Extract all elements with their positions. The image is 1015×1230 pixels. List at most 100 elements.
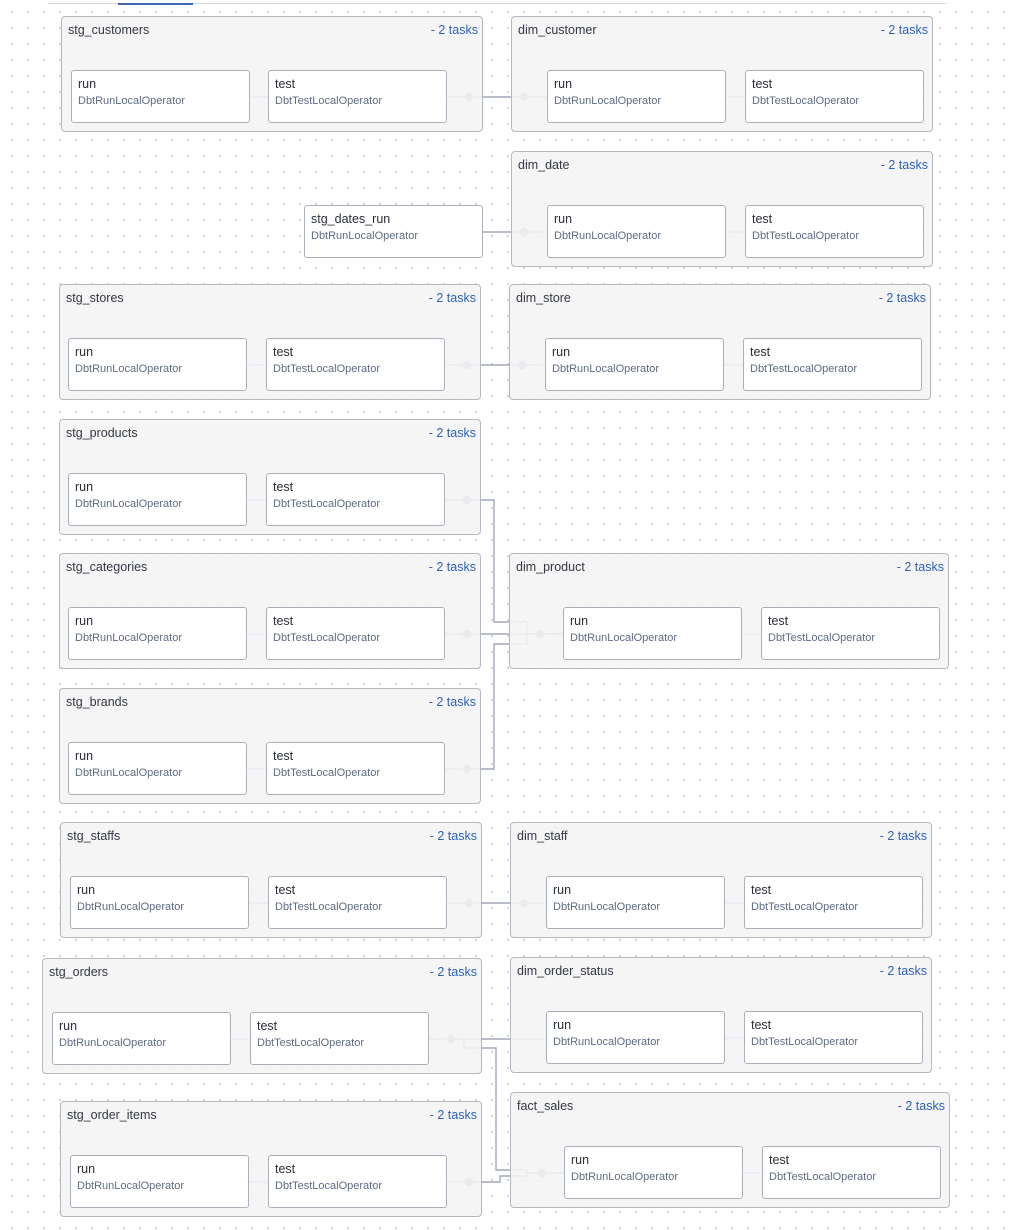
task-group-title: stg_categories [66, 560, 148, 574]
task-group-title: stg_orders [49, 965, 109, 979]
task-node-stg_staffs-run[interactable]: run DbtRunLocalOperator [70, 876, 249, 929]
task-group-toggle[interactable]: - 2 tasks [898, 1099, 945, 1113]
task-group-title: dim_customer [518, 23, 597, 37]
task-group-toggle[interactable]: - 2 tasks [881, 23, 928, 37]
task-group-toggle[interactable]: - 2 tasks [429, 426, 476, 440]
task-group-toggle[interactable]: - 2 tasks [430, 829, 477, 843]
task-name: test [752, 212, 773, 226]
task-node-stg_categories-run[interactable]: run DbtRunLocalOperator [68, 607, 247, 660]
task-node-stg_staffs-test[interactable]: test DbtTestLocalOperator [268, 876, 447, 929]
task-group-title: stg_brands [66, 695, 128, 709]
task-node-stg_products-test[interactable]: test DbtTestLocalOperator [266, 473, 445, 526]
task-name: run [554, 77, 573, 91]
dag-graph-canvas[interactable]: stg_customers - 2 tasks run DbtRunLocalOper… [0, 0, 1015, 1230]
task-operator: DbtTestLocalOperator [275, 1180, 382, 1192]
task-node-dim_customer-run[interactable]: run DbtRunLocalOperator [547, 70, 726, 123]
task-operator: DbtRunLocalOperator [75, 767, 183, 779]
task-group-toggle[interactable]: - 2 tasks [430, 1108, 477, 1122]
task-node-dim_product-test[interactable]: test DbtTestLocalOperator [761, 607, 940, 660]
task-node-stg_products-run[interactable]: run DbtRunLocalOperator [68, 473, 247, 526]
task-name: run [77, 1162, 96, 1176]
task-operator: DbtRunLocalOperator [311, 230, 419, 242]
task-operator: DbtRunLocalOperator [78, 95, 186, 107]
task-group-title: stg_products [66, 426, 138, 440]
task-operator: DbtRunLocalOperator [75, 363, 183, 375]
task-group-title: dim_order_status [517, 964, 614, 978]
task-node-stg_customers-run[interactable]: run DbtRunLocalOperator [71, 70, 250, 123]
task-node-stg_stores-test[interactable]: test DbtTestLocalOperator [266, 338, 445, 391]
task-group-title: dim_staff [517, 829, 568, 843]
task-node-dim_product-run[interactable]: run DbtRunLocalOperator [563, 607, 742, 660]
task-group-title: fact_sales [517, 1099, 574, 1113]
task-node-dim_store-run[interactable]: run DbtRunLocalOperator [545, 338, 724, 391]
task-group-title: stg_staffs [67, 829, 121, 843]
task-name: run [78, 77, 97, 91]
task-name: test [752, 77, 773, 91]
task-node-stg_order_items-run[interactable]: run DbtRunLocalOperator [70, 1155, 249, 1208]
task-group-toggle[interactable]: - 2 tasks [897, 560, 944, 574]
task-name: run [552, 345, 571, 359]
task-group-toggle[interactable]: - 2 tasks [880, 964, 927, 978]
task-node-stg_brands-run[interactable]: run DbtRunLocalOperator [68, 742, 247, 795]
task-name: run [59, 1019, 78, 1033]
task-group-toggle[interactable]: - 2 tasks [430, 965, 477, 979]
task-operator: DbtTestLocalOperator [257, 1037, 364, 1049]
task-operator: DbtTestLocalOperator [273, 363, 380, 375]
task-operator: DbtRunLocalOperator [554, 95, 662, 107]
task-node-dim_customer-test[interactable]: test DbtTestLocalOperator [745, 70, 924, 123]
task-operator: DbtTestLocalOperator [273, 767, 380, 779]
task-node-dim_date-run[interactable]: run DbtRunLocalOperator [547, 205, 726, 258]
task-operator: DbtRunLocalOperator [570, 632, 678, 644]
task-name: test [768, 614, 789, 628]
task-operator: DbtRunLocalOperator [571, 1171, 679, 1183]
task-name: test [275, 1162, 296, 1176]
task-operator: DbtRunLocalOperator [59, 1037, 167, 1049]
task-node-fact_sales-run[interactable]: run DbtRunLocalOperator [564, 1146, 743, 1199]
task-node-fact_sales-test[interactable]: test DbtTestLocalOperator [762, 1146, 941, 1199]
task-name: run [75, 614, 94, 628]
task-node-stg_categories-test[interactable]: test DbtTestLocalOperator [266, 607, 445, 660]
task-operator: DbtTestLocalOperator [275, 95, 382, 107]
task-group-toggle[interactable]: - 2 tasks [429, 695, 476, 709]
task-group-toggle[interactable]: - 2 tasks [429, 291, 476, 305]
task-operator: DbtRunLocalOperator [77, 901, 185, 913]
task-operator: DbtRunLocalOperator [77, 1180, 185, 1192]
task-node-dim_staff-test[interactable]: test DbtTestLocalOperator [744, 876, 923, 929]
task-node-stg_customers-test[interactable]: test DbtTestLocalOperator [268, 70, 447, 123]
task-node-stg_dates_run[interactable]: stg_dates_run DbtRunLocalOperator [304, 205, 483, 258]
task-name: run [553, 883, 572, 897]
task-group-title: dim_product [516, 560, 585, 574]
task-name: test [257, 1019, 278, 1033]
task-node-dim_order_status-run[interactable]: run DbtRunLocalOperator [546, 1011, 725, 1064]
task-node-stg_stores-run[interactable]: run DbtRunLocalOperator [68, 338, 247, 391]
task-node-stg_order_items-test[interactable]: test DbtTestLocalOperator [268, 1155, 447, 1208]
task-operator: DbtRunLocalOperator [75, 498, 183, 510]
task-node-stg_orders-test[interactable]: test DbtTestLocalOperator [250, 1012, 429, 1065]
task-node-dim_order_status-test[interactable]: test DbtTestLocalOperator [744, 1011, 923, 1064]
task-name: test [275, 883, 296, 897]
task-operator: DbtTestLocalOperator [273, 632, 380, 644]
task-group-title: dim_date [518, 158, 570, 172]
task-node-dim_staff-run[interactable]: run DbtRunLocalOperator [546, 876, 725, 929]
task-name: run [75, 480, 94, 494]
task-group-toggle[interactable]: - 2 tasks [880, 829, 927, 843]
task-group-toggle[interactable]: - 2 tasks [431, 23, 478, 37]
task-name: run [571, 1153, 590, 1167]
task-operator: DbtRunLocalOperator [75, 632, 183, 644]
task-node-stg_brands-test[interactable]: test DbtTestLocalOperator [266, 742, 445, 795]
task-group-title: stg_customers [68, 23, 150, 37]
task-operator: DbtRunLocalOperator [553, 1036, 661, 1048]
task-name: test [751, 883, 772, 897]
task-group-toggle[interactable]: - 2 tasks [881, 158, 928, 172]
task-name: run [570, 614, 589, 628]
task-operator: DbtRunLocalOperator [553, 901, 661, 913]
task-name: test [750, 345, 771, 359]
task-node-dim_store-test[interactable]: test DbtTestLocalOperator [743, 338, 922, 391]
task-operator: DbtTestLocalOperator [273, 498, 380, 510]
task-name: test [273, 480, 294, 494]
task-operator: DbtTestLocalOperator [768, 632, 875, 644]
task-node-stg_orders-run[interactable]: run DbtRunLocalOperator [52, 1012, 231, 1065]
task-group-toggle[interactable]: - 2 tasks [879, 291, 926, 305]
task-group-toggle[interactable]: - 2 tasks [429, 560, 476, 574]
task-node-dim_date-test[interactable]: test DbtTestLocalOperator [745, 205, 924, 258]
